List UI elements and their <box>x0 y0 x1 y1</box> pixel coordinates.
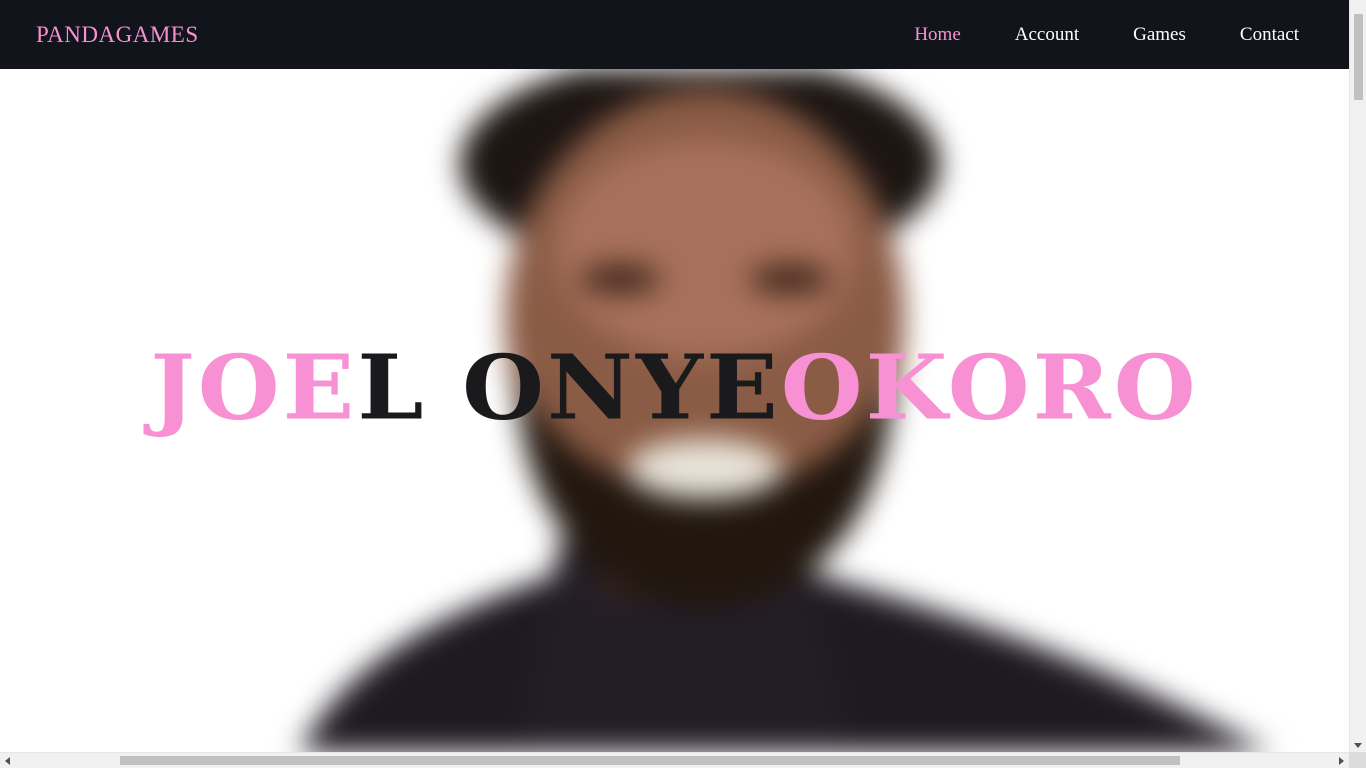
navbar: PANDAGAMES Home Account Games Contact <box>0 0 1349 69</box>
hero-title: JOEL ONYEOKORO <box>0 343 1349 432</box>
nav-link-contact[interactable]: Contact <box>1240 24 1299 46</box>
chevron-left-icon[interactable] <box>5 757 10 765</box>
vertical-scrollbar-thumb[interactable] <box>1354 14 1363 100</box>
nav-links: Home Account Games Contact <box>860 24 1299 46</box>
nav-link-home[interactable]: Home <box>914 24 960 46</box>
hero-title-part-3: OKORO <box>780 335 1199 441</box>
nav-link-account[interactable]: Account <box>1015 24 1079 46</box>
chevron-down-icon[interactable] <box>1354 743 1362 748</box>
scrollbar-corner <box>1349 752 1366 768</box>
hero-title-part-2: L ONYE <box>357 335 781 441</box>
hero-title-part-1: JOE <box>150 335 358 441</box>
horizontal-scrollbar[interactable] <box>0 752 1349 768</box>
nav-link-games[interactable]: Games <box>1133 24 1186 46</box>
vertical-scrollbar[interactable] <box>1349 0 1366 752</box>
chevron-right-icon[interactable] <box>1339 757 1344 765</box>
brand-logo[interactable]: PANDAGAMES <box>36 22 199 48</box>
hero-section: JOEL ONYEOKORO <box>0 69 1349 752</box>
horizontal-scrollbar-thumb[interactable] <box>120 756 1180 765</box>
